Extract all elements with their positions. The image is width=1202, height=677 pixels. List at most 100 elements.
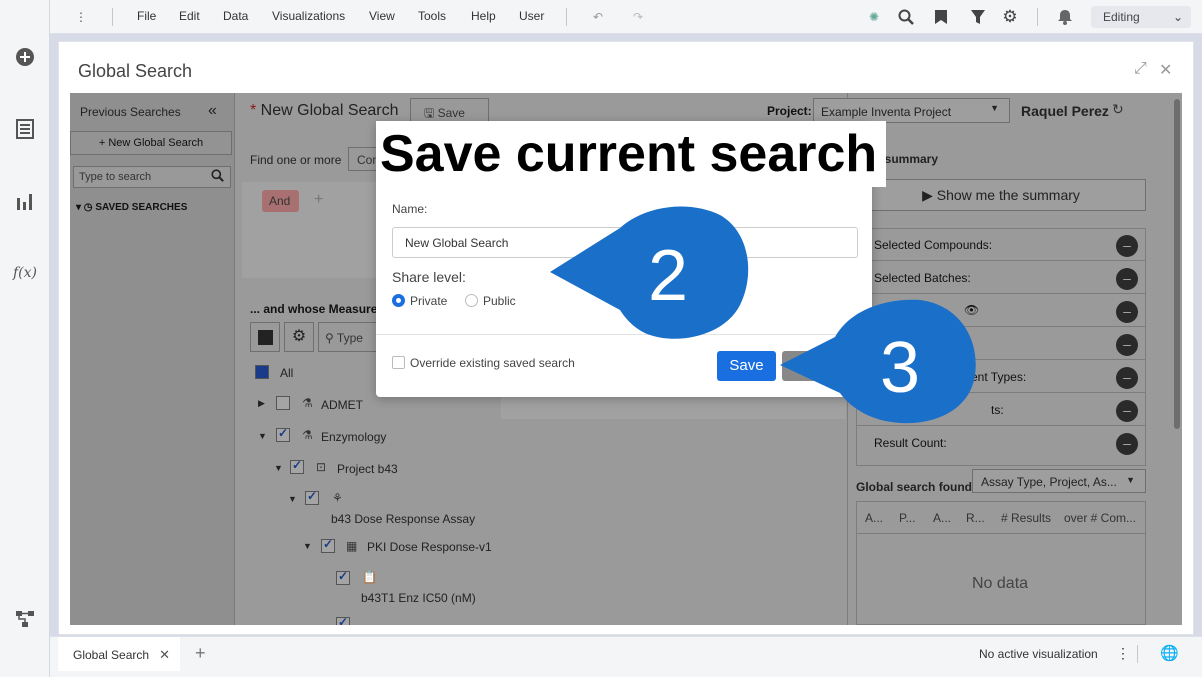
refresh-icon[interactable]: ↻	[1112, 101, 1124, 118]
column-header[interactable]: A...	[865, 511, 883, 525]
expand-icon[interactable]: ⤢	[1134, 60, 1147, 78]
scrollbar[interactable]	[1174, 99, 1180, 429]
add-tab-icon[interactable]: +	[195, 643, 206, 664]
more-vertical-icon[interactable]: ⋮	[71, 7, 91, 27]
bottom-tab-bar: Global Search ✕ + No active visualizatio…	[50, 636, 1202, 677]
collapse-icon[interactable]: ▼	[274, 463, 283, 473]
minus-icon[interactable]: –	[1116, 268, 1138, 290]
filter-icon[interactable]	[968, 7, 988, 27]
summary-row: Selected Compounds: –	[856, 228, 1146, 261]
dropdown-arrow-icon: ▼	[1126, 475, 1135, 485]
close-icon[interactable]: ✕	[159, 647, 170, 663]
dropdown-arrow-icon: ▼	[990, 103, 999, 113]
and-chip[interactable]: And	[262, 190, 299, 212]
menu-visualizations[interactable]: Visualizations	[272, 9, 345, 23]
menu-data[interactable]: Data	[223, 9, 248, 23]
step-3-number: 3	[880, 328, 920, 408]
hierarchy-icon[interactable]	[13, 607, 37, 631]
minus-icon[interactable]: –	[1116, 433, 1138, 455]
show-summary-button[interactable]: ▶ Show me the summary	[856, 179, 1146, 211]
project-checkbox[interactable]	[290, 458, 304, 474]
expand-icon[interactable]: ▶	[258, 398, 265, 409]
window-title: Global Search	[78, 61, 193, 81]
menu-user[interactable]: User	[519, 9, 544, 23]
user-name: Raquel Perez	[1021, 103, 1109, 119]
private-radio[interactable]	[392, 294, 405, 307]
assay-checkbox[interactable]	[305, 489, 319, 505]
bookmark-icon[interactable]	[931, 7, 951, 27]
previous-searches-panel: Previous Searches « + New Global Search …	[70, 93, 235, 625]
step-2-number: 2	[648, 236, 688, 316]
network-icon[interactable]: ✺	[864, 7, 884, 27]
new-search-button[interactable]: + New Global Search	[70, 131, 232, 155]
save-label: Save	[437, 106, 465, 120]
column-header[interactable]: A...	[933, 511, 951, 525]
menu-tools[interactable]: Tools	[418, 9, 446, 23]
column-header[interactable]: R...	[966, 511, 985, 525]
project-value: Example Inventa Project	[821, 105, 952, 119]
found-label: Global search found	[856, 480, 973, 494]
minus-icon[interactable]: –	[1116, 235, 1138, 257]
minus-icon[interactable]: –	[1116, 301, 1138, 323]
collapse-icon[interactable]: ▼	[303, 541, 312, 551]
mode-select[interactable]: Editing ⌄	[1091, 6, 1191, 28]
list-icon[interactable]	[13, 117, 37, 141]
settings-button[interactable]: ⚙	[284, 322, 314, 352]
saved-searches-header[interactable]: ▾ ◷ SAVED SEARCHES	[76, 202, 187, 213]
more-vertical-icon[interactable]: ⋮	[1116, 645, 1130, 662]
project-select[interactable]: Example Inventa Project ▼	[813, 98, 1010, 123]
public-label[interactable]: Public	[483, 294, 516, 308]
column-header[interactable]: # Results	[1001, 511, 1051, 525]
summary-row: Selected Batches: –	[856, 261, 1146, 294]
stop-button[interactable]	[250, 322, 280, 352]
save-dropdown-button[interactable]: 🖫 Save	[410, 98, 489, 122]
next-checkbox[interactable]	[336, 615, 350, 625]
minus-icon[interactable]: –	[1116, 400, 1138, 422]
add-icon[interactable]	[13, 45, 37, 69]
group-by-value: Assay Type, Project, As...	[981, 475, 1117, 489]
minus-icon[interactable]: –	[1116, 334, 1138, 356]
enzymology-checkbox[interactable]	[276, 426, 290, 442]
menu-help[interactable]: Help	[471, 9, 496, 23]
bar-chart-icon[interactable]	[13, 189, 37, 213]
flask-icon: ⚗	[302, 396, 313, 410]
group-by-select[interactable]: Assay Type, Project, As... ▼	[972, 469, 1146, 493]
public-radio[interactable]	[465, 294, 478, 307]
protocol-checkbox[interactable]	[321, 537, 335, 553]
menu-file[interactable]: File	[137, 9, 156, 23]
collapse-icon[interactable]: ▼	[288, 494, 297, 504]
gear-icon[interactable]: ⚙	[1000, 7, 1020, 27]
tab-label: Global Search	[73, 648, 150, 662]
step-2-callout: 2	[550, 206, 749, 339]
override-label[interactable]: Override existing saved search	[410, 356, 575, 370]
function-icon[interactable]: f(x)	[13, 261, 37, 285]
search-input[interactable]: Type to search	[73, 166, 231, 188]
redo-icon[interactable]: ↷	[628, 7, 648, 27]
tab-global-search[interactable]: Global Search ✕	[58, 637, 180, 671]
column-header[interactable]: over # Com...	[1064, 511, 1136, 525]
admet-checkbox[interactable]	[276, 396, 290, 410]
close-icon[interactable]: ✕	[1159, 60, 1172, 80]
visualization-status: No active visualization	[979, 647, 1098, 661]
collapse-icon[interactable]: «	[208, 102, 217, 120]
bell-icon[interactable]	[1055, 7, 1075, 27]
override-checkbox[interactable]	[392, 356, 405, 369]
private-label[interactable]: Private	[410, 294, 447, 308]
results-table: A... P... A... R... # Results over # Com…	[856, 501, 1146, 625]
add-condition-icon[interactable]: +	[314, 191, 323, 209]
divider	[1137, 645, 1138, 663]
menu-view[interactable]: View	[369, 9, 395, 23]
minus-icon[interactable]: –	[1116, 367, 1138, 389]
save-button[interactable]: Save	[717, 351, 776, 381]
measurement-checkbox[interactable]	[336, 569, 350, 585]
show-summary-label: Show me the summary	[936, 187, 1080, 203]
collapse-icon[interactable]: ▼	[258, 431, 267, 441]
undo-icon[interactable]: ↶	[588, 7, 608, 27]
menu-edit[interactable]: Edit	[179, 9, 200, 23]
globe-icon[interactable]: 🌐	[1160, 644, 1179, 662]
type-filter-input[interactable]: ⚲ Type	[318, 322, 378, 352]
name-value: New Global Search	[405, 236, 509, 250]
column-header[interactable]: P...	[899, 511, 915, 525]
search-icon[interactable]	[896, 7, 916, 27]
all-checkbox[interactable]	[255, 365, 269, 379]
